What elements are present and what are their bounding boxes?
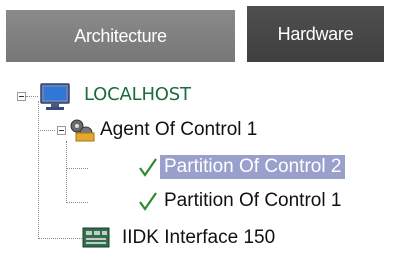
collapse-localhost-toggle[interactable] xyxy=(17,92,26,101)
tree-connector xyxy=(38,238,82,239)
tree-node-localhost[interactable]: LOCALHOST xyxy=(84,83,191,107)
tree-connector xyxy=(26,96,38,97)
tab-architecture[interactable]: Architecture xyxy=(6,10,235,62)
hardware-tree: LOCALHOST Agent Of Control 1 Partition O… xyxy=(0,62,401,248)
tab-hardware[interactable]: Hardware xyxy=(247,6,384,62)
interface-board-icon xyxy=(82,226,110,254)
collapse-agent-toggle[interactable] xyxy=(57,126,66,135)
checkmark-icon xyxy=(138,156,158,182)
tree-node-partition-1[interactable]: Partition Of Control 1 xyxy=(164,189,341,213)
agent-icon xyxy=(68,117,96,147)
tab-bar: Architecture Hardware xyxy=(0,0,401,62)
tree-connector xyxy=(66,202,88,203)
tab-hardware-label: Hardware xyxy=(277,23,354,44)
tree-connector xyxy=(66,168,88,169)
tree-node-agent[interactable]: Agent Of Control 1 xyxy=(100,118,257,142)
checkmark-icon xyxy=(138,190,158,216)
tree-connector xyxy=(66,141,67,203)
tree-connector xyxy=(38,130,55,131)
tree-connector xyxy=(38,101,39,239)
tree-node-iidk-interface[interactable]: IIDK Interface 150 xyxy=(122,226,275,250)
tab-architecture-label: Architecture xyxy=(74,25,167,46)
computer-icon xyxy=(40,83,70,115)
tree-node-partition-2[interactable]: Partition Of Control 2 xyxy=(160,155,346,179)
